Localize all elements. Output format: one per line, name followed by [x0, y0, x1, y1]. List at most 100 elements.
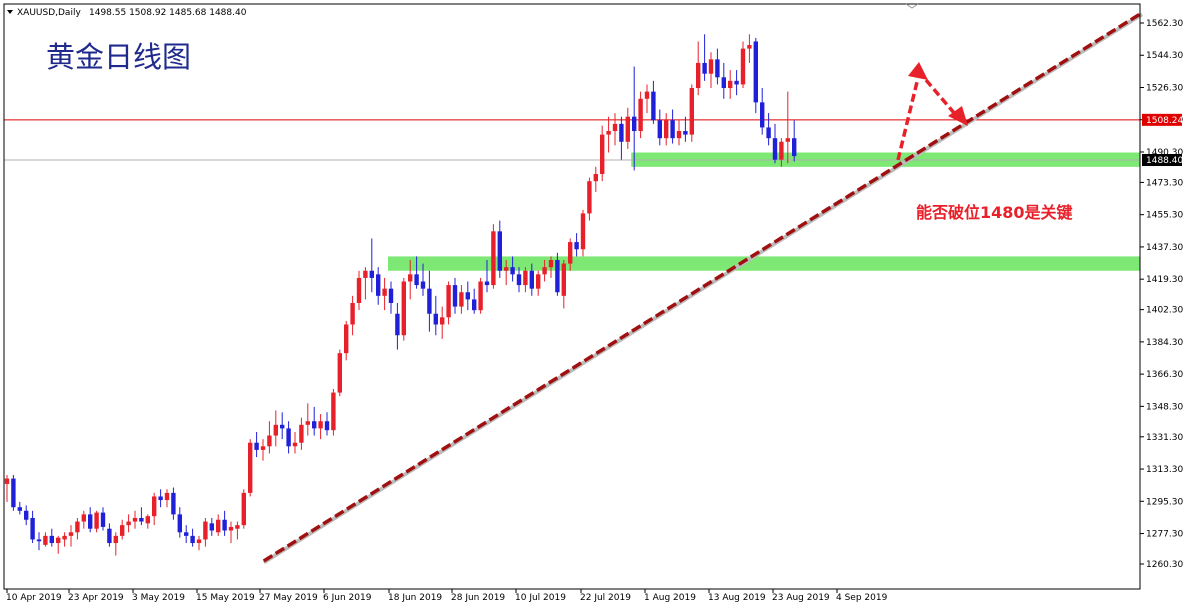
candle-body — [228, 526, 234, 531]
y-tick-label: 1295.30 — [1146, 497, 1183, 507]
candle-body — [561, 263, 566, 296]
y-tick-label: 1562.30 — [1146, 19, 1183, 29]
current-price-tag-text: 1488.40 — [1146, 156, 1183, 166]
candle-body — [196, 539, 202, 544]
candle-body — [4, 478, 10, 484]
candle-body — [523, 270, 528, 286]
y-tick-label: 1348.30 — [1146, 402, 1183, 412]
candle-body — [318, 421, 323, 429]
candle-body — [728, 80, 733, 89]
candle-body — [254, 442, 259, 450]
candle-body — [395, 313, 400, 336]
candle-body — [49, 535, 54, 544]
x-tick-label: 23 Apr 2019 — [68, 593, 124, 603]
candle-body — [446, 285, 451, 318]
candle-body — [433, 313, 438, 325]
candle-body — [747, 45, 752, 49]
y-tick-label: 1331.30 — [1146, 433, 1183, 443]
candle-body — [68, 532, 74, 536]
candle-body — [356, 277, 362, 303]
candle-body — [548, 260, 554, 268]
candle — [478, 277, 483, 314]
candle-body — [107, 528, 112, 544]
candle-body — [452, 285, 458, 307]
candle-body — [235, 525, 240, 529]
ohlc-label: 1498.55 1508.92 1485.68 1488.40 — [89, 8, 247, 18]
candle-body — [689, 88, 694, 135]
candle-body — [651, 91, 656, 121]
candle-body — [760, 102, 765, 128]
candle-body — [600, 134, 605, 175]
candle-body — [24, 510, 29, 520]
candle-body — [177, 514, 182, 533]
annotation-note: 能否破位1480是关键 — [916, 203, 1073, 222]
y-tick-label: 1473.30 — [1146, 178, 1183, 188]
candle-body — [203, 521, 208, 540]
candle-body — [625, 116, 630, 142]
candle-body — [280, 424, 285, 429]
candle-body — [555, 260, 560, 293]
candle — [241, 489, 246, 529]
candle-body — [792, 138, 797, 157]
y-tick-label: 1419.30 — [1146, 275, 1183, 285]
candle-body — [363, 270, 368, 278]
candle-body — [612, 123, 618, 132]
candle-body — [120, 525, 125, 536]
candle-body — [734, 80, 739, 85]
candle — [491, 224, 496, 289]
x-tick-label: 1 Aug 2019 — [644, 593, 696, 603]
candle-body — [587, 181, 592, 214]
candle-body — [62, 535, 67, 540]
candle-body — [516, 274, 522, 286]
x-tick-label: 15 May 2019 — [196, 593, 255, 603]
candle-body — [574, 242, 579, 250]
x-tick-label: 18 Jun 2019 — [388, 593, 442, 603]
candle-body — [344, 324, 349, 354]
x-tick-label: 27 May 2019 — [259, 593, 318, 603]
candle — [337, 349, 342, 397]
candle-body — [580, 213, 586, 250]
candle-body — [753, 41, 758, 103]
candle-body — [17, 507, 22, 511]
candle-body — [568, 242, 573, 264]
candle-body — [273, 424, 278, 436]
candle-body — [632, 116, 637, 132]
candle-body — [619, 123, 624, 142]
candle-body — [260, 446, 266, 450]
y-tick-label: 1260.30 — [1146, 560, 1183, 570]
candle-body — [286, 428, 291, 447]
candle-body — [126, 521, 131, 526]
x-tick-label: 3 May 2019 — [132, 593, 185, 603]
candle-body — [683, 131, 688, 135]
candle-body — [36, 539, 42, 542]
y-tick-label: 1366.30 — [1146, 370, 1183, 380]
candle-body — [593, 174, 598, 182]
candle-body — [408, 274, 413, 282]
x-tick-label: 13 Aug 2019 — [708, 593, 766, 603]
candle-body — [440, 317, 445, 325]
candle-body — [184, 532, 189, 536]
chart-title: 黄金日线图 — [46, 40, 191, 74]
candle-body — [248, 442, 253, 493]
candle-body — [491, 231, 496, 286]
candle-body — [56, 537, 61, 544]
candle-body — [331, 392, 336, 431]
x-tick-label: 22 Jul 2019 — [580, 593, 631, 603]
candle-body — [100, 512, 106, 527]
candle-body — [670, 120, 675, 139]
candle-body — [30, 517, 35, 540]
candle-body — [324, 421, 330, 431]
candle-body — [414, 274, 419, 286]
candle-body — [497, 231, 502, 271]
candle-body — [299, 424, 304, 443]
candle-body — [606, 131, 611, 135]
candle-body — [145, 516, 150, 524]
candle-body — [459, 292, 464, 307]
candle-body — [420, 281, 426, 289]
x-tick-label: 23 Aug 2019 — [772, 593, 830, 603]
candle-body — [472, 299, 477, 311]
x-tick-label: 4 Sep 2019 — [836, 593, 888, 603]
y-tick-label: 1455.30 — [1146, 211, 1183, 221]
candle — [11, 474, 16, 511]
candle-body — [510, 267, 515, 275]
